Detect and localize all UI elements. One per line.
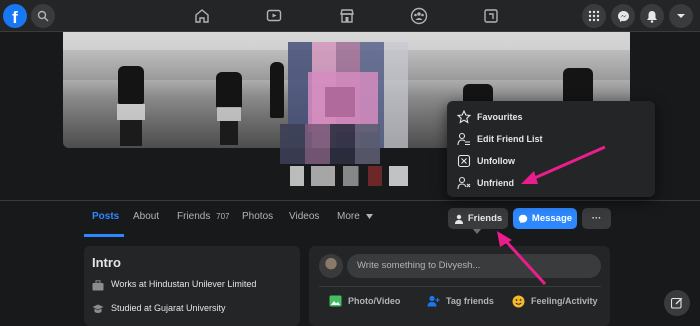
arrow-to-friends-button — [497, 231, 547, 286]
arrow-to-unfriend — [521, 145, 606, 184]
annotation-arrows — [497, 145, 606, 286]
